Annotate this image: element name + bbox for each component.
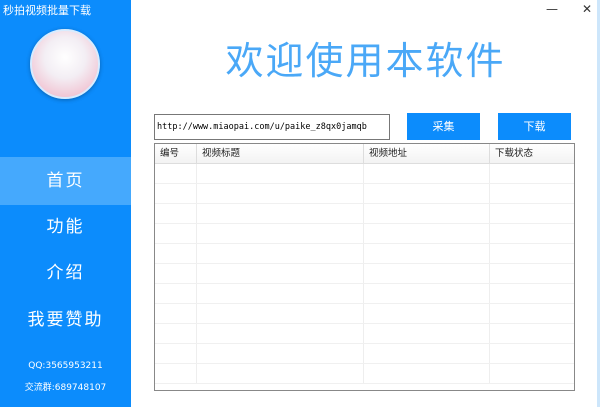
- table-cell: [155, 324, 197, 343]
- table-row: [155, 204, 574, 224]
- table-cell: [364, 224, 490, 243]
- table-cell: [490, 164, 574, 183]
- url-input[interactable]: http://www.miaopai.com/u/paike_z8qx0jamq…: [154, 114, 390, 140]
- table-cell: [490, 244, 574, 263]
- column-header-status[interactable]: 下载状态: [490, 144, 574, 163]
- column-header-url[interactable]: 视频地址: [364, 144, 490, 163]
- column-header-title[interactable]: 视频标题: [197, 144, 364, 163]
- table-row: [155, 224, 574, 244]
- table-cell: [155, 164, 197, 183]
- download-button[interactable]: 下载: [498, 113, 571, 140]
- group-info: 交流群:689748107: [24, 383, 107, 393]
- table-cell: [490, 224, 574, 243]
- sidebar-item-sponsor[interactable]: 我要赞助: [0, 296, 131, 344]
- table-cell: [490, 264, 574, 283]
- table-cell: [490, 184, 574, 203]
- sidebar-item-features[interactable]: 功能: [0, 203, 131, 251]
- table-row: [155, 164, 574, 184]
- table-cell: [197, 324, 364, 343]
- table-cell: [155, 184, 197, 203]
- table-cell: [197, 304, 364, 323]
- table-cell: [155, 244, 197, 263]
- table-cell: [364, 184, 490, 203]
- table-cell: [155, 204, 197, 223]
- table-row: [155, 284, 574, 304]
- table-body: [155, 164, 574, 384]
- welcome-heading: 欢迎使用本软件: [225, 39, 506, 83]
- table-cell: [490, 364, 574, 383]
- table-cell: [155, 344, 197, 363]
- table-cell: [197, 264, 364, 283]
- avatar: [30, 29, 100, 99]
- table-cell: [197, 184, 364, 203]
- table-row: [155, 264, 574, 284]
- table-cell: [364, 324, 490, 343]
- table-cell: [490, 304, 574, 323]
- table-cell: [155, 304, 197, 323]
- column-header-id[interactable]: 编号: [155, 144, 197, 163]
- table-cell: [155, 364, 197, 383]
- table-cell: [364, 244, 490, 263]
- table-row: [155, 324, 574, 344]
- table-cell: [197, 164, 364, 183]
- minimize-icon[interactable]: —: [546, 2, 558, 16]
- table-cell: [490, 284, 574, 303]
- table-cell: [197, 224, 364, 243]
- table-cell: [364, 344, 490, 363]
- table-cell: [364, 284, 490, 303]
- table-cell: [364, 164, 490, 183]
- collect-button[interactable]: 采集: [407, 113, 480, 140]
- table-cell: [197, 204, 364, 223]
- sidebar: 秒拍视频批量下载 首页 功能 介绍 我要赞助 QQ:3565953211 交流群…: [0, 0, 131, 407]
- table-cell: [197, 344, 364, 363]
- table-cell: [364, 304, 490, 323]
- table-cell: [155, 284, 197, 303]
- close-icon[interactable]: ✕: [582, 2, 592, 16]
- table-cell: [490, 344, 574, 363]
- app-title: 秒拍视频批量下载: [3, 4, 91, 17]
- video-table[interactable]: 编号 视频标题 视频地址 下载状态: [154, 143, 575, 391]
- table-cell: [490, 204, 574, 223]
- table-cell: [155, 264, 197, 283]
- sidebar-item-intro[interactable]: 介绍: [0, 249, 131, 297]
- table-cell: [364, 264, 490, 283]
- table-cell: [197, 244, 364, 263]
- qq-info: QQ:3565953211: [28, 361, 103, 371]
- sidebar-item-home[interactable]: 首页: [0, 157, 131, 205]
- table-row: [155, 184, 574, 204]
- table-row: [155, 344, 574, 364]
- table-row: [155, 364, 574, 384]
- table-cell: [197, 364, 364, 383]
- table-cell: [364, 364, 490, 383]
- table-header: 编号 视频标题 视频地址 下载状态: [155, 144, 574, 164]
- table-cell: [197, 284, 364, 303]
- table-cell: [490, 324, 574, 343]
- table-cell: [364, 204, 490, 223]
- window-controls: — ✕: [546, 2, 592, 16]
- table-row: [155, 304, 574, 324]
- table-cell: [155, 224, 197, 243]
- table-row: [155, 244, 574, 264]
